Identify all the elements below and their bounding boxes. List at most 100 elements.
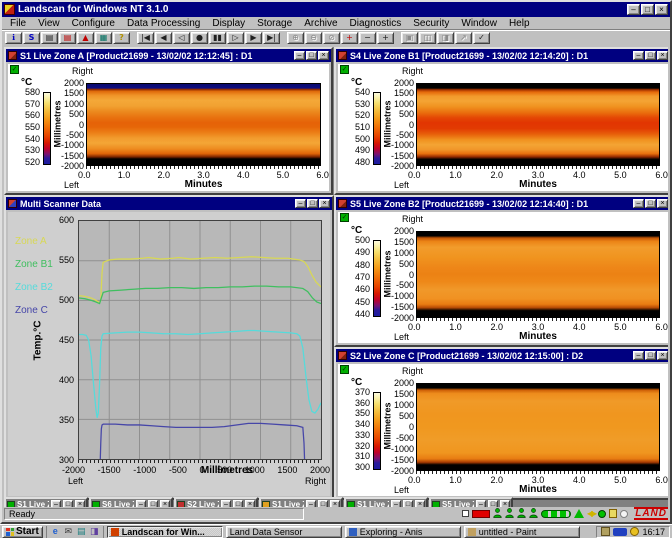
- menu-item-archive[interactable]: Archive: [298, 18, 343, 29]
- app-titlebar[interactable]: Landscan for Windows NT 3.1.0 – □ ×: [2, 2, 670, 17]
- maximize-button-icon[interactable]: □: [318, 500, 328, 507]
- skip-start-icon[interactable]: |◀: [137, 31, 154, 44]
- close-button-icon[interactable]: ×: [655, 4, 668, 15]
- channels-icon[interactable]: ◨: [89, 526, 100, 537]
- record-icon[interactable]: ●: [191, 31, 208, 44]
- maximize-button-icon[interactable]: □: [307, 199, 318, 208]
- maximize-button-icon[interactable]: □: [148, 500, 158, 507]
- minimize-button-icon[interactable]: –: [633, 351, 644, 360]
- scan-window-titlebar[interactable]: S5 Live Zone B2 [Product21699 - 13/02/02…: [336, 197, 668, 210]
- minimize-button-icon[interactable]: –: [221, 500, 231, 507]
- menu-item-help[interactable]: Help: [503, 18, 536, 29]
- info-icon[interactable]: ℹ: [5, 31, 22, 44]
- keyboard-layout-icon[interactable]: [601, 527, 611, 536]
- close-button-icon[interactable]: ×: [318, 51, 329, 60]
- desktop-icon[interactable]: ▤: [76, 526, 87, 537]
- alarm-triangle-icon[interactable]: ▲: [77, 31, 94, 44]
- close-button-icon[interactable]: ×: [657, 351, 668, 360]
- step-forward-icon[interactable]: ▶: [245, 31, 262, 44]
- play-back-icon[interactable]: ◁: [173, 31, 190, 44]
- menu-item-window[interactable]: Window: [455, 18, 503, 29]
- maximize-button-icon[interactable]: □: [645, 51, 656, 60]
- menu-item-file[interactable]: File: [4, 18, 32, 29]
- taskbar-task-1[interactable]: Land Data Sensor: [225, 525, 342, 538]
- help-icon[interactable]: ?: [113, 31, 130, 44]
- minimize-button-icon[interactable]: –: [51, 500, 61, 507]
- pause-icon[interactable]: ▮▮: [209, 31, 226, 44]
- taskbar-task-0[interactable]: Landscan for Win...: [106, 525, 223, 538]
- tick-label: 540: [24, 133, 40, 144]
- play-icon[interactable]: ▷: [227, 31, 244, 44]
- window-title: S6 Live Z...: [102, 500, 134, 507]
- live-check-icon[interactable]: ✓: [10, 65, 19, 74]
- minimized-window[interactable]: S1 Live Z... – □ ×: [4, 497, 88, 507]
- maximize-button-icon[interactable]: □: [306, 51, 317, 60]
- minimize-button-icon[interactable]: –: [295, 199, 306, 208]
- close-button-icon[interactable]: ×: [415, 500, 425, 507]
- minimized-window[interactable]: S6 Live Z... – □ ×: [89, 497, 173, 507]
- tick-label: -1500: [390, 150, 414, 161]
- menu-item-data-processing[interactable]: Data Processing: [121, 18, 206, 29]
- skip-end-icon[interactable]: ▶|: [263, 31, 280, 44]
- taskbar-task-2[interactable]: Exploring - Anis: [344, 525, 461, 538]
- minimized-window[interactable]: S2 Live Z... – □ ×: [174, 497, 258, 507]
- grid-icon[interactable]: +: [341, 31, 358, 44]
- close-button-icon[interactable]: ×: [657, 199, 668, 208]
- maximize-button-icon[interactable]: □: [645, 199, 656, 208]
- tick-label: 5.0: [614, 170, 627, 180]
- minimize-button-icon[interactable]: –: [627, 4, 640, 15]
- minimize-button-icon[interactable]: –: [294, 51, 305, 60]
- menu-item-storage[interactable]: Storage: [251, 18, 298, 29]
- menu-item-configure[interactable]: Configure: [66, 18, 121, 29]
- maximize-button-icon[interactable]: □: [63, 500, 73, 507]
- internet-explorer-icon[interactable]: e: [50, 526, 61, 537]
- start-button[interactable]: Start: [2, 525, 43, 538]
- taskbar-task-3[interactable]: untitled - Paint: [463, 525, 580, 538]
- maximize-button-icon[interactable]: □: [641, 4, 654, 15]
- minimize-button-icon[interactable]: –: [136, 500, 146, 507]
- volume-tray-icon[interactable]: [630, 527, 640, 536]
- menu-item-display[interactable]: Display: [206, 18, 251, 29]
- menu-item-diagnostics[interactable]: Diagnostics: [344, 18, 408, 29]
- minimized-window[interactable]: S1 Live Z... – □ ×: [259, 497, 343, 507]
- multi-scanner-titlebar[interactable]: Multi Scanner Data – □ ×: [6, 197, 332, 210]
- live-check-icon[interactable]: ✓: [340, 365, 349, 374]
- menu-item-view[interactable]: View: [32, 18, 66, 29]
- outlook-icon[interactable]: ✉: [63, 526, 74, 537]
- contract-icon[interactable]: −: [359, 31, 376, 44]
- step-back-icon[interactable]: ◀: [155, 31, 172, 44]
- scanner-setup-icon[interactable]: ▦: [95, 31, 112, 44]
- task-icon: [467, 527, 476, 536]
- close-button-icon[interactable]: ×: [75, 500, 85, 507]
- tick-label: 450: [58, 335, 74, 345]
- scan-window-titlebar[interactable]: S4 Live Zone B1 [Product21699 - 13/02/02…: [336, 49, 668, 62]
- tick-label: 1000: [393, 247, 414, 258]
- close-button-icon[interactable]: ×: [160, 500, 170, 507]
- accept-icon[interactable]: ✓: [473, 31, 490, 44]
- close-button-icon[interactable]: ×: [330, 500, 340, 507]
- menu-item-security[interactable]: Security: [407, 18, 455, 29]
- scan-window-titlebar[interactable]: S1 Live Zone A [Product21699 - 13/02/02 …: [6, 49, 331, 62]
- axis-left-label: Left: [394, 332, 410, 342]
- minimize-button-icon[interactable]: –: [391, 500, 401, 507]
- service-tray-icon[interactable]: [613, 527, 628, 536]
- maximize-button-icon[interactable]: □: [403, 500, 413, 507]
- live-check-icon[interactable]: ✓: [340, 65, 349, 74]
- maximize-button-icon[interactable]: □: [645, 351, 656, 360]
- minimize-button-icon[interactable]: –: [306, 500, 316, 507]
- minimize-button-icon[interactable]: –: [633, 199, 644, 208]
- close-button-icon[interactable]: ×: [657, 51, 668, 60]
- minimized-window[interactable]: S1 Live Z... – □ ×: [344, 497, 428, 507]
- expand-icon[interactable]: +: [377, 31, 394, 44]
- close-button-icon[interactable]: ×: [245, 500, 255, 507]
- lamp-indicator: [620, 509, 629, 518]
- clock[interactable]: 16:17: [642, 527, 665, 537]
- print-icon[interactable]: ▤: [41, 31, 58, 44]
- scan-window-titlebar[interactable]: S2 Live Zone C [Product21699 - 13/02/02 …: [336, 349, 668, 362]
- summary-icon[interactable]: S: [23, 31, 40, 44]
- minimize-button-icon[interactable]: –: [633, 51, 644, 60]
- print-alarm-icon[interactable]: ▤: [59, 31, 76, 44]
- maximize-button-icon[interactable]: □: [233, 500, 243, 507]
- close-button-icon[interactable]: ×: [319, 199, 330, 208]
- live-check-icon[interactable]: ✓: [340, 213, 349, 222]
